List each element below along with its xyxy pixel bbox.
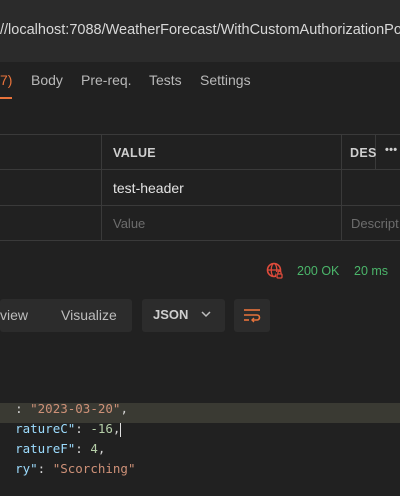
active-tab-indicator — [0, 97, 12, 99]
table-column-divider — [101, 134, 102, 240]
tab-tests[interactable]: Tests — [149, 72, 182, 88]
json-line[interactable]: ry": "Scorching" — [0, 446, 136, 476]
tab-prereq[interactable]: Pre-req. — [81, 72, 132, 88]
column-header-description: DES — [350, 146, 377, 160]
table-column-divider — [341, 134, 342, 240]
request-url[interactable]: //localhost:7088/WeatherForecast/WithCus… — [0, 22, 400, 38]
tab-settings[interactable]: Settings — [200, 72, 251, 88]
column-header-value: VALUE — [113, 146, 156, 160]
wrap-lines-icon — [243, 307, 261, 328]
format-label: JSON — [153, 307, 189, 322]
more-options-icon[interactable]: ••• — [385, 144, 397, 156]
table-row-border — [0, 205, 400, 206]
wrap-lines-button[interactable] — [234, 299, 270, 332]
url-bar[interactable]: //localhost:7088/WeatherForecast/WithCus… — [0, 0, 400, 62]
response-time[interactable]: 20 ms — [354, 264, 388, 278]
tab-headers-count[interactable]: 7) — [0, 72, 12, 88]
header-value-placeholder[interactable]: Value — [113, 216, 145, 231]
json-key: ry" — [15, 461, 38, 476]
globe-icon[interactable] — [265, 261, 285, 281]
header-value-cell[interactable]: test-header — [113, 180, 184, 196]
status-code[interactable]: 200 OK — [297, 264, 339, 278]
table-bottom-border — [0, 240, 400, 241]
view-mode-button[interactable]: view — [0, 307, 28, 323]
tab-body[interactable]: Body — [31, 72, 63, 88]
table-top-border — [0, 134, 400, 135]
table-header-border — [0, 169, 400, 170]
chevron-down-icon — [200, 307, 212, 326]
text-cursor — [120, 422, 122, 437]
format-dropdown[interactable]: JSON — [142, 299, 225, 332]
header-description-placeholder[interactable]: Descript — [351, 216, 399, 231]
visualize-button[interactable]: Visualize — [61, 307, 117, 323]
json-value: "Scorching" — [52, 461, 136, 476]
